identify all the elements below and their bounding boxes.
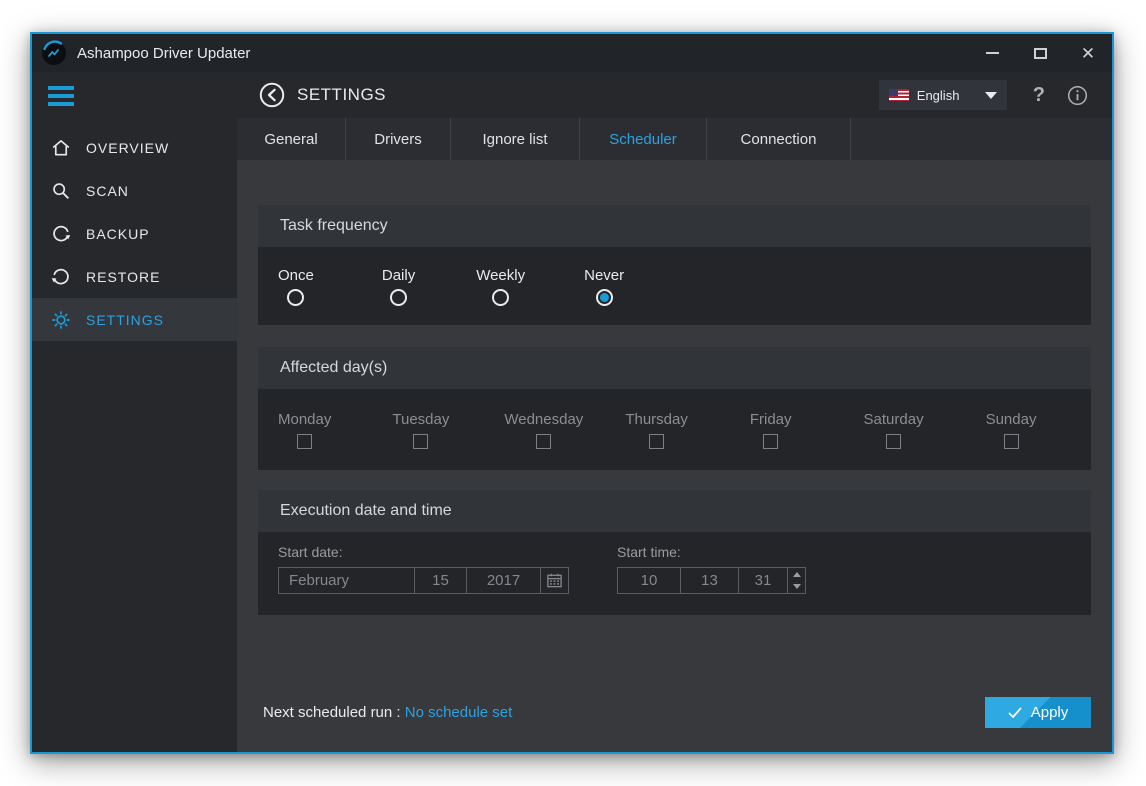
section-title: Execution date and time [258,490,1091,532]
titlebar: Ashampoo Driver Updater ✕ [32,34,1112,72]
tab-scheduler[interactable]: Scheduler [580,118,707,160]
date-day-field[interactable]: 15 [415,568,467,593]
page-title: SETTINGS [297,85,386,105]
maximize-button[interactable] [1016,34,1064,72]
back-button[interactable] [259,82,285,108]
sidebar-item-overview[interactable]: OVERVIEW [32,126,237,169]
start-time-group: Start time: 10 13 31 [617,544,806,615]
backup-arrow-icon [50,223,72,245]
no-schedule-set-link[interactable]: No schedule set [405,704,513,721]
minimize-button[interactable] [968,34,1016,72]
checkbox-icon [297,434,312,449]
app-window: Ashampoo Driver Updater ✕ OVERVIEW [30,32,1114,754]
radio-circle-icon [596,289,613,306]
time-minute-field[interactable]: 13 [681,568,739,593]
start-date-group: Start date: February 15 2017 [278,544,569,615]
minimize-icon [986,52,999,54]
tab-general[interactable]: General [237,118,346,160]
main-panel: SETTINGS English ? G [237,72,1112,752]
arrow-up-icon [793,572,801,577]
next-scheduled-run-text: Next scheduled run : No schedule set [263,704,512,721]
maximize-icon [1034,48,1047,59]
section-title: Task frequency [258,205,1091,247]
date-month-field[interactable]: February [279,568,415,593]
checkbox-friday[interactable]: Friday [750,411,792,449]
tab-ignore-list[interactable]: Ignore list [451,118,580,160]
gear-icon [50,309,72,331]
section-title: Affected day(s) [258,347,1091,389]
calendar-picker-button[interactable] [541,568,568,593]
sidebar-item-backup[interactable]: BACKUP [32,212,237,255]
menu-hamburger-icon[interactable] [48,86,74,110]
radio-circle-icon [390,289,407,306]
settings-tabbar: General Drivers Ignore list Scheduler Co… [237,118,1112,160]
language-value: English [917,88,960,103]
sidebar-item-label: RESTORE [86,269,160,285]
header-actions: English ? [879,80,1088,110]
sidebar-item-label: BACKUP [86,226,150,242]
checkbox-monday[interactable]: Monday [278,411,331,449]
sidebar-nav: OVERVIEW SCAN BACKUP [32,126,237,341]
window-controls: ✕ [968,34,1112,72]
tab-drivers[interactable]: Drivers [346,118,451,160]
chevron-down-icon [985,92,997,99]
checkbox-icon [886,434,901,449]
radio-once[interactable]: Once [278,267,314,306]
info-button[interactable] [1067,85,1088,106]
start-time-control: 10 13 31 [617,567,806,594]
home-icon [50,137,72,159]
checkbox-icon [649,434,664,449]
date-year-field[interactable]: 2017 [467,568,541,593]
help-button[interactable]: ? [1033,84,1045,107]
start-time-label: Start time: [617,544,806,560]
spinner-down-button[interactable] [788,581,805,594]
affected-days-section: Affected day(s) Monday Tuesday Wednesday [258,347,1091,470]
spinner-up-button[interactable] [788,568,805,581]
checkbox-wednesday[interactable]: Wednesday [504,411,583,449]
us-flag-icon [889,89,909,101]
time-spinner [788,568,805,593]
task-frequency-section: Task frequency Once Daily Weekly [258,205,1091,325]
app-logo-icon [41,40,67,66]
checkbox-icon [1004,434,1019,449]
language-dropdown[interactable]: English [879,80,1007,110]
window-title: Ashampoo Driver Updater [77,45,250,62]
scheduler-content: Task frequency Once Daily Weekly [237,160,1112,752]
sidebar-item-scan[interactable]: SCAN [32,169,237,212]
search-icon [50,180,72,202]
apply-button[interactable]: Apply [985,697,1091,728]
checkbox-tuesday[interactable]: Tuesday [392,411,449,449]
calendar-icon [546,572,563,589]
checkbox-icon [413,434,428,449]
footer-row: Next scheduled run : No schedule set App… [258,697,1091,728]
time-hour-field[interactable]: 10 [618,568,681,593]
tab-connection[interactable]: Connection [707,118,851,160]
radio-circle-icon [492,289,509,306]
close-button[interactable]: ✕ [1064,34,1112,72]
sidebar-item-label: SCAN [86,183,129,199]
radio-never[interactable]: Never [584,267,624,306]
radio-circle-icon [287,289,304,306]
checkbox-saturday[interactable]: Saturday [864,411,924,449]
close-icon: ✕ [1081,45,1095,62]
time-second-field[interactable]: 31 [739,568,788,593]
restore-arrow-icon [50,266,72,288]
sidebar-item-label: OVERVIEW [86,140,169,156]
checkbox-sunday[interactable]: Sunday [986,411,1037,449]
sidebar-item-label: SETTINGS [86,312,164,328]
sidebar: OVERVIEW SCAN BACKUP [32,72,237,752]
checkmark-icon [1008,707,1022,719]
execution-section: Execution date and time Start date: Febr… [258,490,1091,615]
start-date-control: February 15 2017 [278,567,569,594]
arrow-down-icon [793,584,801,589]
radio-weekly[interactable]: Weekly [476,267,525,306]
checkbox-icon [763,434,778,449]
checkbox-icon [536,434,551,449]
sidebar-item-restore[interactable]: RESTORE [32,255,237,298]
checkbox-thursday[interactable]: Thursday [625,411,688,449]
start-date-label: Start date: [278,544,569,560]
sidebar-item-settings[interactable]: SETTINGS [32,298,237,341]
radio-daily[interactable]: Daily [382,267,415,306]
page-header: SETTINGS English ? [237,72,1112,118]
